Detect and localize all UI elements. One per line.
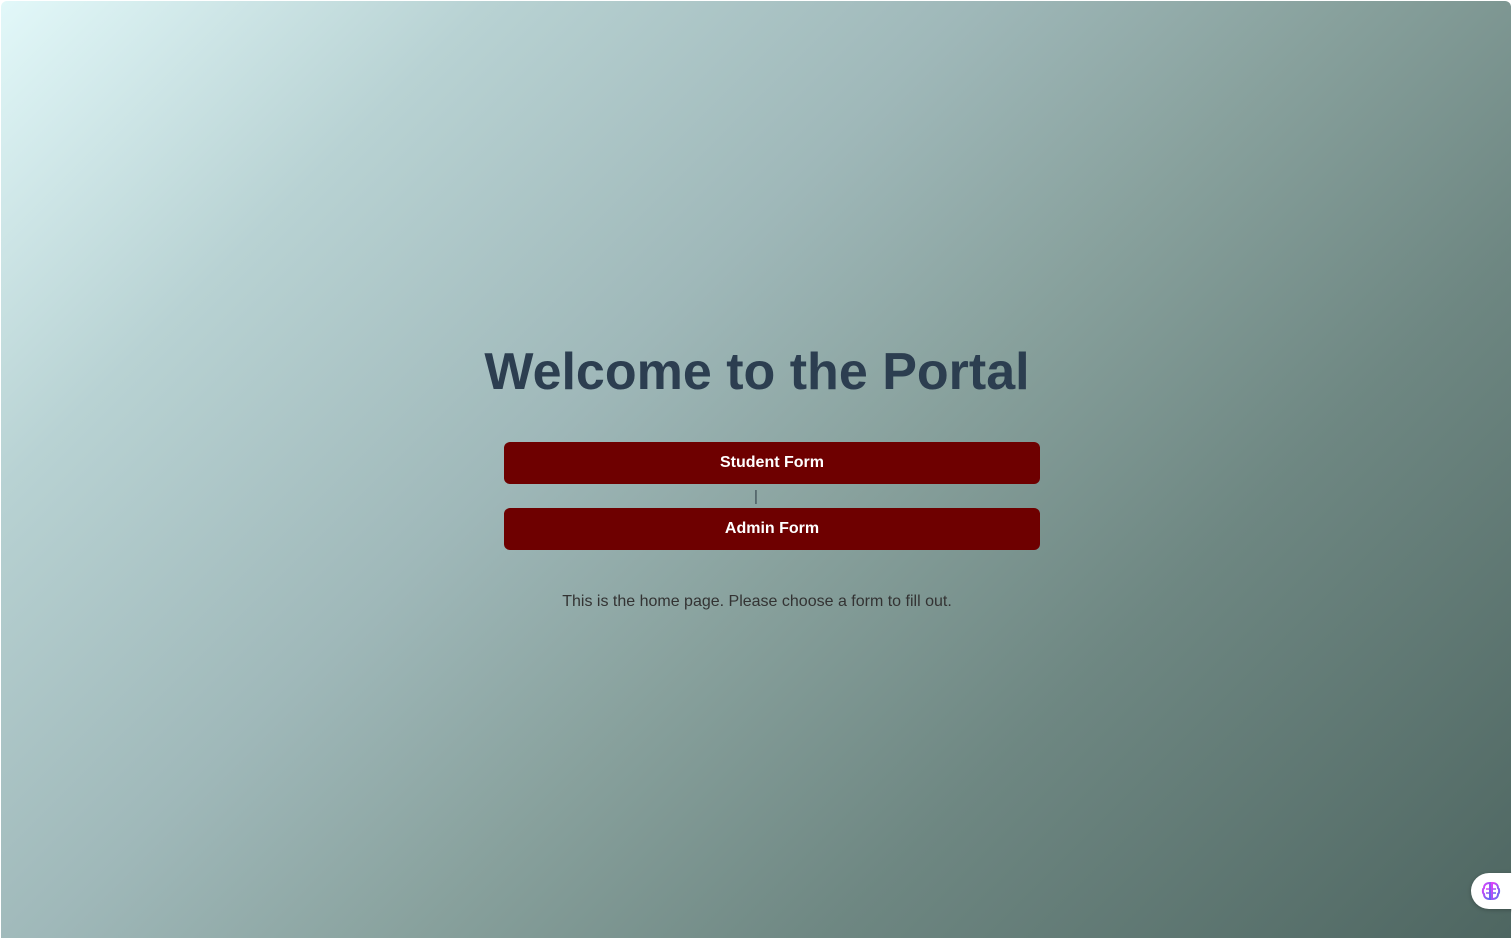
admin-form-button[interactable]: Admin Form (504, 508, 1040, 550)
page-background: Welcome to the Portal Student Form | Adm… (1, 1, 1511, 938)
student-form-button[interactable]: Student Form (504, 442, 1040, 484)
button-separator: | (754, 488, 758, 505)
page-title: Welcome to the Portal (484, 343, 1030, 401)
extension-widget[interactable] (1471, 873, 1512, 909)
home-description: This is the home page. Please choose a f… (562, 593, 952, 610)
brain-icon (1481, 881, 1501, 901)
